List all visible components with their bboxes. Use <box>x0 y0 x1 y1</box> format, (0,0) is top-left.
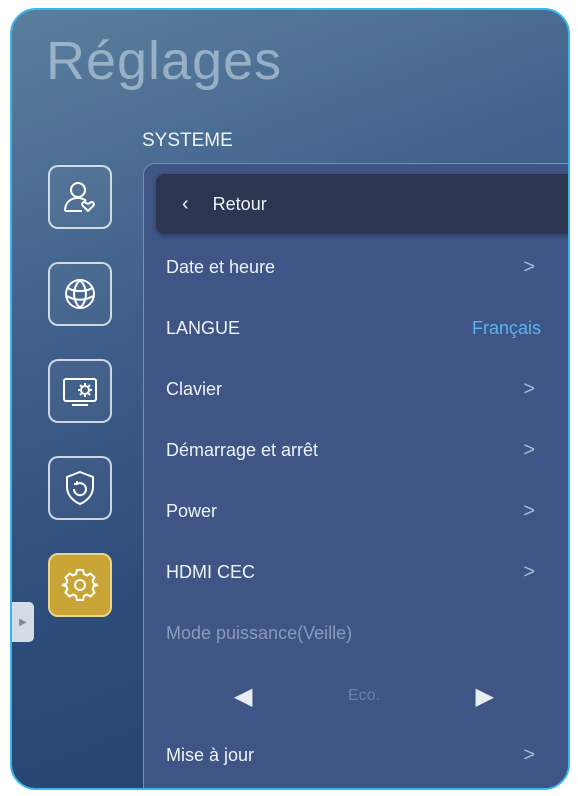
row-startup-shutdown[interactable]: Démarrage et arrêt > <box>166 425 541 475</box>
row-label: HDMI CEC <box>166 561 255 582</box>
sidebar-item-display[interactable] <box>48 359 112 423</box>
row-label: Mode puissance(Veille) <box>166 622 353 643</box>
row-label: Power <box>166 500 218 521</box>
row-update[interactable]: Mise à jour > <box>166 730 541 780</box>
row-label: LANGUE <box>166 317 241 338</box>
sidebar-item-network[interactable] <box>48 262 112 326</box>
sidebar-item-security[interactable] <box>48 456 112 520</box>
side-drawer-handle[interactable]: ▶ <box>12 602 34 642</box>
sidebar-item-user[interactable] <box>48 165 112 229</box>
display-gear-icon <box>63 378 97 406</box>
back-button[interactable]: ‹ Retour <box>156 174 568 234</box>
sidebar-item-system[interactable] <box>48 553 112 617</box>
triangle-right-icon[interactable]: ▶ <box>476 682 494 711</box>
back-label: Retour <box>212 193 267 214</box>
row-label: Mise à jour <box>166 744 255 765</box>
row-date-time[interactable]: Date et heure > <box>166 242 541 292</box>
chevron-left-icon: ‹ <box>182 192 189 215</box>
chevron-right-icon: > <box>523 255 535 278</box>
row-power[interactable]: Power > <box>166 486 541 536</box>
row-label: Clavier <box>166 378 223 399</box>
page-title: Réglages <box>46 31 283 91</box>
settings-window: Réglages SYSTEME ▶ ‹ Retour Date et heur… <box>10 8 570 790</box>
caret-right-icon: ▶ <box>19 616 27 628</box>
chevron-right-icon: > <box>523 438 535 461</box>
row-hdmi-cec[interactable]: HDMI CEC > <box>166 547 541 597</box>
globe-network-icon <box>65 279 95 309</box>
row-label: Démarrage et arrêt <box>166 439 319 460</box>
row-label: Date et heure <box>166 256 276 277</box>
settings-panel: ‹ Retour Date et heure > LANGUE Français… <box>143 163 568 788</box>
user-heart-icon <box>64 182 95 213</box>
power-mode-stepper[interactable]: ◀ Eco. ▶ <box>234 676 494 716</box>
triangle-left-icon[interactable]: ◀ <box>234 682 252 711</box>
chevron-right-icon: > <box>523 560 535 583</box>
chevron-right-icon: > <box>523 743 535 766</box>
chevron-right-icon: > <box>523 499 535 522</box>
row-keyboard[interactable]: Clavier > <box>166 364 541 414</box>
shield-icon <box>66 470 94 506</box>
gear-icon <box>61 569 99 601</box>
chevron-right-icon: > <box>523 377 535 400</box>
power-mode-value: Eco. <box>347 687 380 704</box>
language-value[interactable]: Français <box>472 318 541 339</box>
row-language[interactable]: LANGUE Français <box>166 303 541 353</box>
row-power-mode: Mode puissance(Veille) <box>166 608 541 658</box>
section-title: SYSTEME <box>142 130 233 151</box>
